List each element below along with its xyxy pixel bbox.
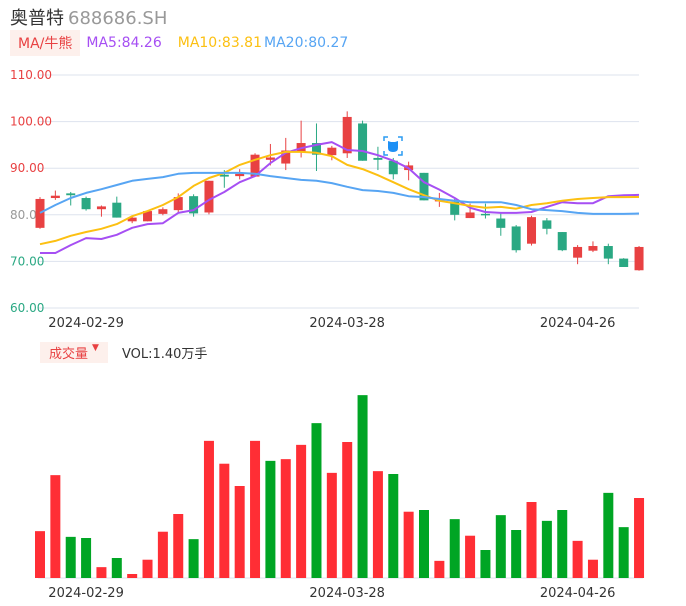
bear-badge-icon [383, 136, 403, 156]
volume-bar [634, 498, 645, 578]
candle [327, 147, 337, 156]
ma-line-ma20 [39, 171, 640, 215]
volume-bar [250, 440, 261, 578]
candle [573, 246, 583, 258]
candle [35, 198, 45, 228]
stock-chart[interactable]: 110.00100.0090.0080.0070.0060.002024-02-… [0, 0, 686, 606]
candle [81, 198, 91, 210]
volume-bar [111, 558, 122, 578]
volume-bar [219, 463, 230, 578]
volume-bar [127, 574, 138, 578]
y-tick-label: 110.00 [10, 68, 52, 82]
volume-bar [234, 486, 245, 578]
candle [557, 232, 567, 251]
volume-bar [480, 550, 491, 578]
x-tick-label: 2024-02-29 [48, 316, 124, 331]
candle [527, 217, 537, 244]
volume-bar [342, 442, 353, 578]
volume-legend: 成交量 ▼ VOL:1.40万手 [40, 342, 207, 363]
candle [265, 157, 275, 160]
y-tick-label: 70.00 [10, 254, 44, 268]
volume-bar [603, 492, 614, 578]
candle [66, 193, 76, 196]
candle [158, 209, 168, 214]
volume-bar [372, 471, 383, 578]
candle [496, 218, 506, 228]
volume-x-tick-label: 2024-04-26 [540, 586, 616, 601]
dropdown-arrow-icon: ▼ [92, 343, 99, 353]
candle [511, 226, 521, 251]
volume-bar [403, 511, 414, 578]
candle [112, 202, 122, 218]
x-tick-label: 2024-04-26 [540, 316, 616, 331]
volume-bar [280, 459, 291, 578]
candle [358, 123, 368, 161]
y-tick-label: 60.00 [10, 301, 44, 315]
volume-bar [526, 502, 537, 578]
volume-bar [495, 515, 506, 578]
candle [235, 173, 245, 177]
volume-bar [142, 559, 153, 578]
candle [50, 195, 60, 199]
candle [204, 180, 214, 213]
x-tick-label: 2024-03-28 [309, 316, 385, 331]
candle [634, 246, 644, 271]
volume-bar [541, 520, 552, 578]
volume-indicator-selector[interactable]: 成交量 ▼ [40, 342, 108, 363]
volume-bar [434, 560, 445, 578]
volume-bar [65, 536, 76, 578]
volume-bar [81, 538, 92, 578]
volume-bar [465, 535, 476, 578]
volume-bar [587, 559, 598, 578]
volume-bar [388, 474, 399, 578]
volume-bar [35, 531, 45, 578]
volume-bar [357, 395, 368, 578]
candle [219, 174, 229, 177]
volume-bar [265, 460, 276, 578]
volume-x-tick-label: 2024-02-29 [48, 586, 124, 601]
y-tick-label: 100.00 [10, 115, 52, 129]
candle [619, 258, 629, 267]
volume-bar [173, 514, 184, 578]
volume-bar [326, 472, 337, 578]
volume-bar [188, 539, 199, 578]
volume-bar [157, 531, 168, 578]
volume-bar [511, 530, 522, 578]
ma-line-ma5 [40, 141, 640, 254]
volume-bar [50, 475, 61, 578]
candle [373, 157, 383, 160]
volume-x-tick-label: 2024-03-28 [309, 586, 385, 601]
volume-bar [311, 423, 322, 578]
volume-bar [557, 510, 568, 578]
candle [588, 246, 598, 251]
volume-bar [572, 540, 583, 578]
volume-bar [449, 519, 460, 578]
volume-bar [419, 510, 429, 578]
volume-bar [296, 444, 307, 578]
candle [465, 212, 475, 219]
y-tick-label: 90.00 [10, 161, 44, 175]
volume-bar [96, 567, 107, 578]
volume-value: VOL:1.40万手 [121, 347, 208, 362]
candle [603, 246, 613, 259]
volume-bar [618, 527, 629, 578]
ma-line-ma10 [39, 150, 640, 246]
candle [480, 213, 490, 216]
candle [96, 206, 106, 210]
candle [542, 220, 552, 229]
volume-bar [203, 440, 214, 578]
volume-tag-label: 成交量 [49, 347, 89, 362]
